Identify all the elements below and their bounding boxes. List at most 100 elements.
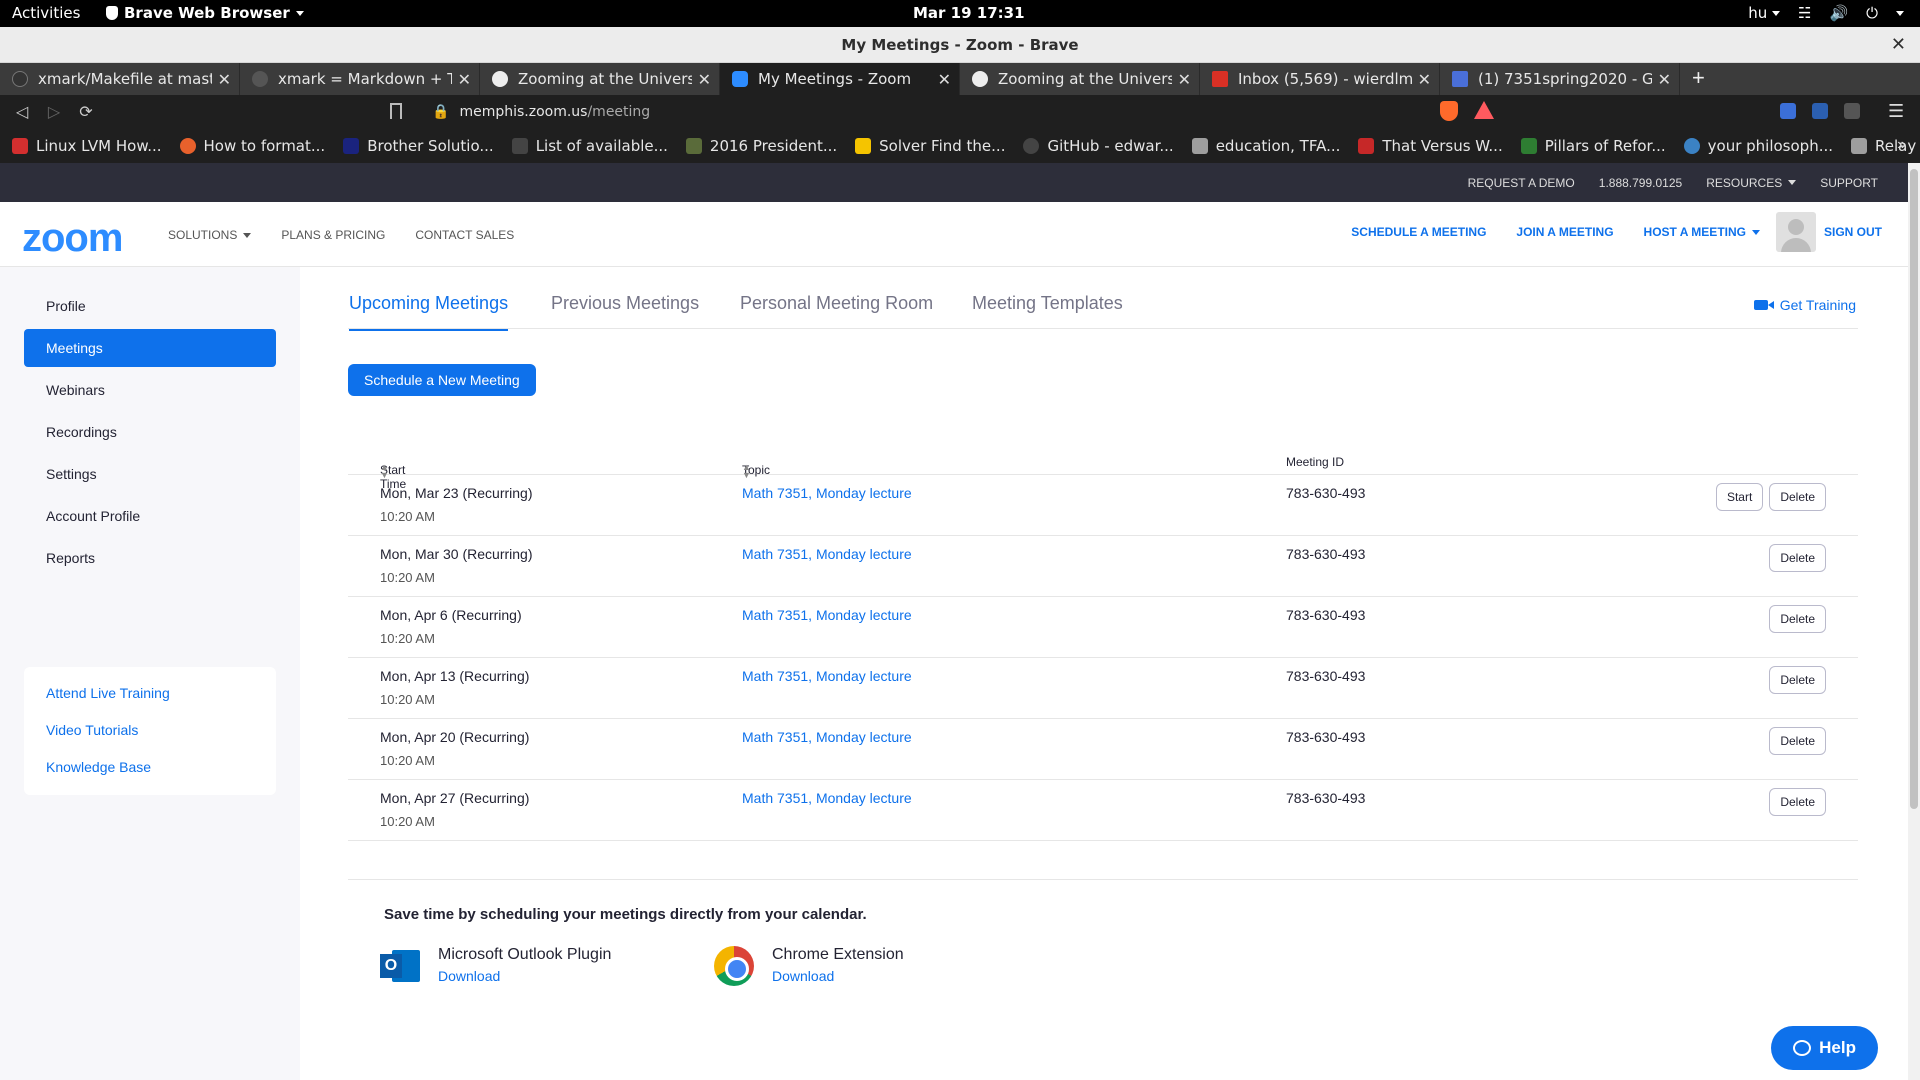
browser-tab[interactable]: Zooming at the University o ✕: [960, 63, 1200, 95]
meeting-topic-link[interactable]: Math 7351, Monday lecture: [742, 607, 912, 623]
brave-shields-icon[interactable]: [1440, 101, 1458, 121]
back-icon[interactable]: ◁: [6, 102, 38, 122]
video-tutorials-link[interactable]: Video Tutorials: [46, 718, 254, 755]
brave-rewards-icon[interactable]: [1474, 101, 1494, 119]
browser-tab[interactable]: Zooming at the University o ✕: [480, 63, 720, 95]
browser-tab[interactable]: xmark/Makefile at master · ✕: [0, 63, 240, 95]
delete-button[interactable]: Delete: [1769, 788, 1826, 816]
integrations-heading: Save time by scheduling your meetings di…: [384, 906, 867, 923]
window-close-icon[interactable]: ✕: [1891, 27, 1906, 63]
bookmark-item[interactable]: GitHub - edwar...: [1023, 137, 1174, 155]
browser-tab[interactable]: xmark = Markdown + Tufte ✕: [240, 63, 480, 95]
meeting-id: 783-630-493: [1286, 607, 1366, 623]
chrome-download-link[interactable]: Download: [772, 968, 904, 984]
tab-close-icon[interactable]: ✕: [1178, 70, 1191, 89]
bookmark-item[interactable]: Pillars of Refor...: [1520, 137, 1666, 155]
bookmark-item[interactable]: Brother Solutio...: [343, 137, 494, 155]
bookmark-item[interactable]: your philosoph...: [1683, 137, 1833, 155]
page-scrollbar[interactable]: [1908, 163, 1920, 1080]
sidebar-item-webinars[interactable]: Webinars: [24, 371, 276, 409]
app-menu[interactable]: Brave Web Browser: [106, 4, 304, 22]
tab-close-icon[interactable]: ✕: [1658, 70, 1671, 89]
extension-icon[interactable]: [1844, 103, 1860, 119]
meeting-topic-link[interactable]: Math 7351, Monday lecture: [742, 546, 912, 562]
support-link[interactable]: SUPPORT: [1820, 176, 1878, 190]
reload-icon[interactable]: ⟳: [70, 102, 102, 122]
tab-personal-meeting-room[interactable]: Personal Meeting Room: [740, 293, 933, 314]
bookmark-item[interactable]: List of available...: [511, 137, 668, 155]
browser-tab[interactable]: (1) 7351spring2020 - Goog ✕: [1440, 63, 1680, 95]
sidebar-item-account-profile[interactable]: Account Profile: [24, 497, 276, 535]
contact-sales-link[interactable]: CONTACT SALES: [415, 228, 514, 242]
sidebar-item-profile[interactable]: Profile: [24, 287, 276, 325]
meeting-topic-link[interactable]: Math 7351, Monday lecture: [742, 729, 912, 745]
url-field[interactable]: 🔒 memphis.zoom.us/meeting: [432, 99, 1482, 125]
extension-icon[interactable]: [1780, 103, 1796, 119]
request-demo-link[interactable]: REQUEST A DEMO: [1468, 176, 1575, 190]
sidebar-item-settings[interactable]: Settings: [24, 455, 276, 493]
meeting-tabs: Upcoming Meetings Previous Meetings Pers…: [348, 267, 1858, 331]
host-meeting-menu[interactable]: HOST A MEETING: [1644, 225, 1760, 239]
start-button[interactable]: Start: [1715, 483, 1764, 511]
tab-close-icon[interactable]: ✕: [1418, 70, 1431, 89]
bookmark-item[interactable]: How to format...: [179, 137, 325, 155]
new-tab-icon[interactable]: +: [1680, 63, 1717, 95]
tab-close-icon[interactable]: ✕: [458, 70, 471, 89]
plans-pricing-link[interactable]: PLANS & PRICING: [281, 228, 385, 242]
sign-out-link[interactable]: SIGN OUT: [1824, 225, 1882, 239]
bookmark-label: That Versus W...: [1382, 137, 1503, 155]
activities-button[interactable]: Activities: [12, 4, 80, 22]
bookmark-folder[interactable]: education, TFA...: [1191, 137, 1340, 155]
zoom-page: REQUEST A DEMO 1.888.799.0125 RESOURCES …: [0, 163, 1908, 1080]
outlook-download-link[interactable]: Download: [438, 968, 611, 984]
delete-button[interactable]: Delete: [1769, 483, 1826, 511]
bookmark-item[interactable]: 2016 President...: [685, 137, 837, 155]
browser-tab[interactable]: Inbox (5,569) - wierdlmate ✕: [1200, 63, 1440, 95]
menu-icon[interactable]: ☰: [1888, 101, 1904, 122]
attend-live-training-link[interactable]: Attend Live Training: [46, 681, 254, 718]
browser-tab-active[interactable]: My Meetings - Zoom ✕: [720, 63, 960, 95]
tab-close-icon[interactable]: ✕: [218, 70, 231, 89]
bookmark-item[interactable]: Solver Find the...: [855, 137, 1005, 155]
globe-favicon-icon: [492, 71, 508, 87]
scrollbar-thumb[interactable]: [1910, 169, 1918, 809]
clock[interactable]: Mar 19 17:31: [913, 4, 1025, 22]
schedule-meeting-link[interactable]: SCHEDULE A MEETING: [1351, 225, 1486, 239]
get-training-link[interactable]: Get Training: [1753, 297, 1856, 313]
meeting-topic-link[interactable]: Math 7351, Monday lecture: [742, 668, 912, 684]
zoom-logo[interactable]: zoom: [22, 216, 123, 261]
resources-menu[interactable]: RESOURCES: [1706, 176, 1797, 190]
sidebar-item-recordings[interactable]: Recordings: [24, 413, 276, 451]
tab-close-icon[interactable]: ✕: [698, 70, 711, 89]
sidebar-item-meetings[interactable]: Meetings: [24, 329, 276, 367]
tab-title: My Meetings - Zoom: [758, 70, 912, 88]
knowledge-base-link[interactable]: Knowledge Base: [46, 755, 254, 792]
help-button[interactable]: Help: [1771, 1026, 1878, 1070]
bookmark-icon[interactable]: [390, 103, 402, 119]
tab-close-icon[interactable]: ✕: [938, 70, 951, 89]
forward-icon[interactable]: ▷: [38, 102, 70, 122]
avatar[interactable]: [1775, 212, 1816, 252]
meeting-topic-link[interactable]: Math 7351, Monday lecture: [742, 790, 912, 806]
bookmark-folder[interactable]: Relay: [1851, 137, 1916, 155]
delete-button[interactable]: Delete: [1769, 727, 1826, 755]
delete-button[interactable]: Delete: [1769, 544, 1826, 572]
bookmarks-overflow-icon[interactable]: »: [1897, 136, 1906, 154]
chrome-extension: Chrome Extension Download: [714, 946, 904, 986]
delete-button[interactable]: Delete: [1769, 666, 1826, 694]
delete-button[interactable]: Delete: [1769, 605, 1826, 633]
meeting-date: Mon, Apr 20 (Recurring): [380, 729, 530, 745]
meeting-topic-link[interactable]: Math 7351, Monday lecture: [742, 485, 912, 501]
input-source[interactable]: hu: [1748, 4, 1780, 22]
bookmark-item[interactable]: Linux LVM How...: [12, 137, 162, 155]
tab-previous-meetings[interactable]: Previous Meetings: [551, 293, 699, 314]
bookmark-item[interactable]: That Versus W...: [1358, 137, 1503, 155]
solutions-menu[interactable]: SOLUTIONS: [168, 228, 252, 242]
extension-icon[interactable]: [1812, 103, 1828, 119]
tab-upcoming-meetings[interactable]: Upcoming Meetings: [349, 293, 509, 331]
sidebar-item-reports[interactable]: Reports: [24, 539, 276, 577]
system-tray[interactable]: hu ☵ 🔊 ⏻: [1748, 4, 1904, 22]
schedule-new-meeting-button[interactable]: Schedule a New Meeting: [348, 364, 536, 396]
join-meeting-link[interactable]: JOIN A MEETING: [1516, 225, 1613, 239]
tab-meeting-templates[interactable]: Meeting Templates: [972, 293, 1123, 314]
